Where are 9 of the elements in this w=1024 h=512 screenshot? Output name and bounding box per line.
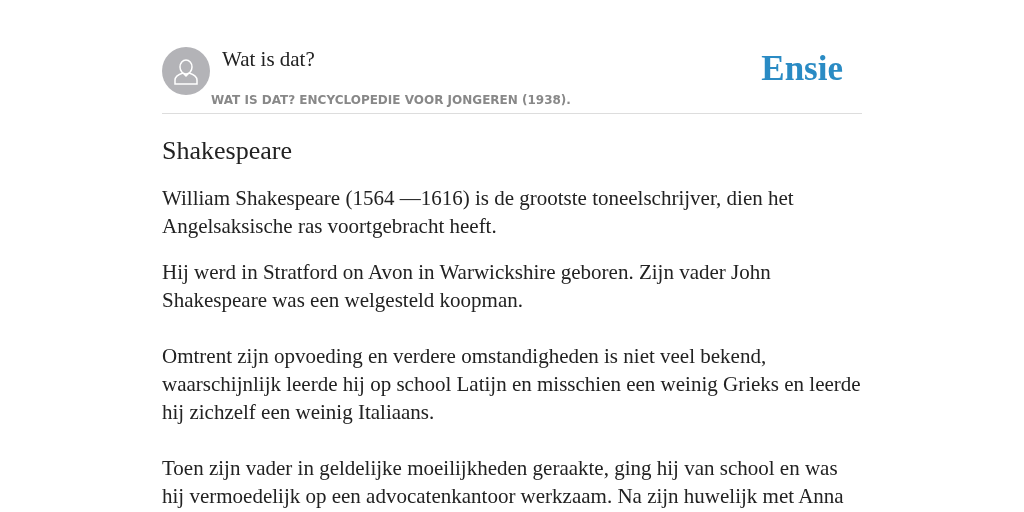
article-paragraph: Toen zijn vader in geldelijke moeilijkheden geraakte, ging hij van school en was hij vermoedelijk op een advocatenkantoor werkzaam. Na zijn huwelijk met Anna (162, 455, 845, 510)
avatar-icon (162, 47, 210, 95)
source-title[interactable]: Wat is dat? (222, 47, 762, 71)
article-heading: Shakespeare (162, 136, 293, 166)
article-paragraph: Hij werd in Stratford on Avon in Warwickshire geboren. Zijn vader John Shakespeare was een welgesteld koopman. (162, 259, 772, 314)
source-subtitle: WAT IS DAT? ENCYCLOPEDIE VOOR JONGEREN (1938). (211, 93, 572, 107)
logo[interactable]: Ensie (761, 49, 843, 89)
article-paragraph: Omtrent zijn opvoeding en verdere omstandigheden is niet veel bekend, waarschijnlijk leerde hij op school Latijn en misschien een weinig Grieks en leerde hij zichzelf een weinig Italiaans. (162, 343, 862, 426)
article-paragraph: William Shakespeare (1564 —1616) is de grootste toneelschrijver, dien het Angelsaksische ras voortgebracht heeft. (162, 185, 795, 240)
